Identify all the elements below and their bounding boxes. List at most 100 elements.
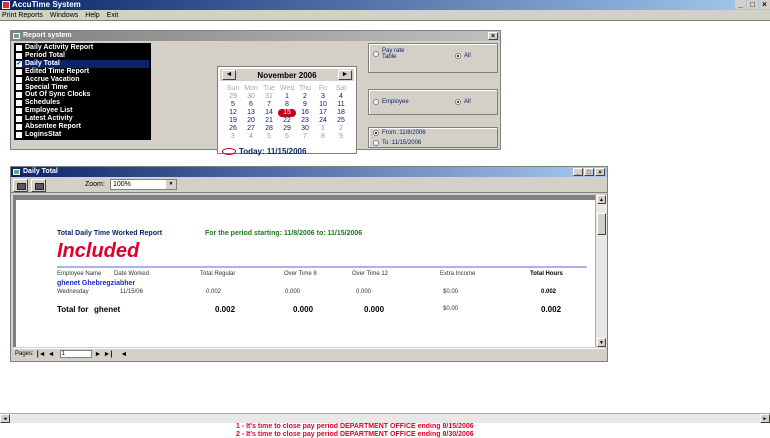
report-checkbox[interactable]	[16, 116, 22, 123]
report-checkbox[interactable]	[16, 68, 22, 75]
prev-page-icon[interactable]: ◄	[48, 351, 55, 358]
calendar-day[interactable]: 9	[332, 133, 350, 141]
calendar-day[interactable]: 18	[332, 109, 350, 117]
scroll-right-icon[interactable]: ►	[760, 414, 770, 423]
pay-rate-all-radio[interactable]	[455, 53, 461, 59]
calendar-day[interactable]: 29	[278, 125, 296, 133]
calendar-day[interactable]: 19	[224, 117, 242, 125]
report-checkbox[interactable]	[16, 92, 22, 99]
close-icon[interactable]: ×	[595, 168, 605, 176]
menu-exit[interactable]: Exit	[107, 12, 119, 19]
calendar-day[interactable]: 12	[224, 109, 242, 117]
calendar-day[interactable]: 5	[260, 133, 278, 141]
report-checkbox[interactable]	[16, 108, 22, 115]
print-icon[interactable]	[13, 179, 28, 192]
calendar-day[interactable]: 4	[332, 93, 350, 101]
calendar-day[interactable]: 7	[296, 133, 314, 141]
export-icon[interactable]	[31, 179, 46, 192]
calendar-day[interactable]: 27	[242, 125, 260, 133]
calendar-day[interactable]: 8	[278, 101, 296, 109]
maximize-icon[interactable]: □	[584, 168, 594, 176]
calendar-day[interactable]: 9	[296, 101, 314, 109]
calendar-day[interactable]: 2	[332, 125, 350, 133]
report-item[interactable]: Daily Activity Report	[16, 44, 149, 52]
calendar-day[interactable]: 2	[296, 93, 314, 101]
pay-rate-option[interactable]: Pay rate Table	[373, 48, 416, 60]
calendar-day[interactable]: 26	[224, 125, 242, 133]
calendar-day[interactable]: 22	[278, 117, 296, 125]
calendar-day[interactable]: 28	[260, 125, 278, 133]
calendar-day[interactable]: 7	[260, 101, 278, 109]
report-item[interactable]: Edited Time Report	[16, 68, 149, 76]
report-item[interactable]: Accrue Vacation	[16, 76, 149, 84]
employee-all-radio[interactable]	[455, 99, 461, 105]
chevron-down-icon[interactable]: ▼	[166, 180, 176, 189]
report-item[interactable]: Latest Activity	[16, 115, 149, 123]
report-item[interactable]: Schedules	[16, 99, 149, 107]
next-page-icon[interactable]: ►	[95, 351, 102, 358]
minimize-icon[interactable]: _	[735, 0, 746, 9]
calendar-day[interactable]: 14	[260, 109, 278, 117]
calendar-day[interactable]: 1	[278, 93, 296, 101]
report-item[interactable]: Absentee Report	[16, 123, 149, 131]
report-checkbox[interactable]	[16, 124, 22, 131]
calendar-day[interactable]: 21	[260, 117, 278, 125]
prev-month-button[interactable]: ◄	[222, 70, 236, 80]
report-checkbox[interactable]	[16, 52, 22, 59]
calendar-day[interactable]: 4	[242, 133, 260, 141]
calendar-day[interactable]: 13	[242, 109, 260, 117]
report-item[interactable]: Employee List	[16, 107, 149, 115]
from-date-radio[interactable]	[373, 130, 379, 136]
calendar-day[interactable]: 31	[260, 93, 278, 101]
scroll-up-icon[interactable]: ▲	[597, 195, 606, 204]
report-item[interactable]: LoginsStat	[16, 131, 149, 139]
calendar-day[interactable]: 24	[314, 117, 332, 125]
employee-radio[interactable]	[373, 99, 379, 105]
from-date-option[interactable]: From :11/8/2006	[373, 130, 426, 136]
employee-option[interactable]: Employee	[373, 99, 409, 105]
calendar-day[interactable]: 3	[314, 93, 332, 101]
close-icon[interactable]: ×	[488, 32, 498, 40]
last-page-icon[interactable]: ►|	[103, 351, 112, 358]
report-checkbox[interactable]	[16, 84, 22, 91]
calendar-day[interactable]: 23	[296, 117, 314, 125]
calendar-day[interactable]: 5	[224, 101, 242, 109]
calendar-day[interactable]: 17	[314, 109, 332, 117]
scroll-down-icon[interactable]: ▼	[597, 338, 606, 347]
first-page-icon[interactable]: |◄	[37, 351, 46, 358]
next-month-button[interactable]: ►	[338, 70, 352, 80]
report-checkbox[interactable]	[16, 131, 22, 138]
close-icon[interactable]: ×	[759, 0, 770, 9]
calendar-day[interactable]: 6	[242, 101, 260, 109]
calendar-day[interactable]: 30	[242, 93, 260, 101]
scroll-left-icon[interactable]: ◄	[0, 414, 10, 423]
pay-rate-all-option[interactable]: All	[455, 53, 471, 59]
report-checkbox[interactable]	[16, 76, 22, 83]
menu-help[interactable]: Help	[85, 12, 99, 19]
employee-all-option[interactable]: All	[455, 99, 471, 105]
calendar-day[interactable]: 1	[314, 125, 332, 133]
calendar-day[interactable]: 10	[314, 101, 332, 109]
calendar-day[interactable]: 29	[224, 93, 242, 101]
report-checkbox[interactable]	[16, 44, 22, 51]
calendar-day[interactable]: 30	[296, 125, 314, 133]
report-item[interactable]: Out Of Sync Clocks	[16, 91, 149, 99]
report-item[interactable]: Special Time	[16, 84, 149, 92]
calendar-day[interactable]: 3	[224, 133, 242, 141]
page-number-input[interactable]: 1	[59, 350, 92, 358]
hscroll-left-icon[interactable]: ◄	[120, 351, 127, 358]
zoom-select[interactable]: 100% ▼	[110, 179, 177, 190]
report-checkbox[interactable]: ✓	[16, 60, 22, 67]
menu-print-reports[interactable]: Print Reports	[2, 12, 43, 19]
calendar-day[interactable]: 25	[332, 117, 350, 125]
report-vertical-scrollbar[interactable]: ▲ ▼	[595, 195, 607, 347]
to-date-radio[interactable]	[373, 140, 379, 146]
calendar-today[interactable]: Today: 11/15/2006	[222, 147, 306, 156]
calendar-day[interactable]: 11	[332, 101, 350, 109]
report-item[interactable]: Period Total	[16, 52, 149, 60]
report-item[interactable]: ✓ Daily Total	[16, 59, 149, 68]
to-date-option[interactable]: To :11/15/2006	[373, 140, 421, 146]
calendar-day[interactable]: 15	[278, 109, 296, 117]
calendar-day[interactable]: 20	[242, 117, 260, 125]
maximize-icon[interactable]: □	[747, 0, 758, 9]
